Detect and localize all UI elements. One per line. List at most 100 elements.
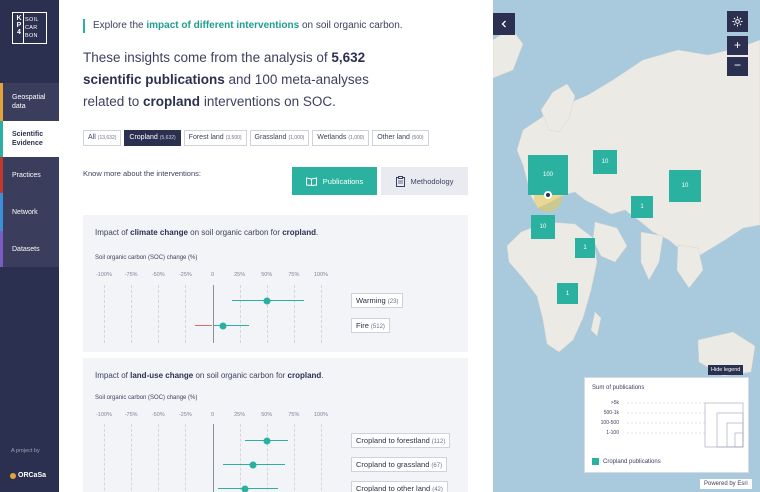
legend-size-scale [627,402,744,448]
axis-tick-label: -50% [151,272,165,278]
logo-divider [23,13,24,43]
intervention-factor-button[interactable]: Cropland to grassland (67) [351,457,448,472]
nav-accent [0,121,3,157]
map-cluster[interactable]: 1 [575,238,595,258]
mean-effect-point[interactable] [219,322,227,329]
axis-tick-label: 75% [288,272,300,278]
intro-pre: Explore the [93,20,147,31]
map-cluster[interactable]: 100 [528,155,568,195]
soc-axis-label: Soil organic carbon (SOC) change (%) [95,255,198,261]
sidebar: KP4 SOIL CAR BON Geospatial data Scienti… [0,0,59,492]
mean-effect-point[interactable] [263,437,271,444]
legend-title: Sum of publications [592,385,645,391]
factor-count: (23) [387,299,399,305]
tab-count: (3,500) [225,135,242,141]
grid-line [158,285,160,343]
zoom-in-button[interactable]: + [727,36,748,55]
collapse-map-button[interactable] [493,13,515,35]
sidebar-item-geospatial-data[interactable]: Geospatial data [0,83,59,121]
methodology-button[interactable]: Methodology [381,167,468,195]
axis-tick-label: -75% [124,412,138,418]
title-land: cropland [287,371,322,380]
grid-line [266,424,268,492]
tab-label: Cropland [129,134,158,141]
gear-icon [732,16,743,27]
zoom-out-button[interactable]: − [727,57,748,76]
intervention-factor-button[interactable]: Warming (23) [351,293,404,308]
map-cluster[interactable]: 1 [557,283,578,304]
axis-tick-label: -25% [178,412,192,418]
settings-button[interactable] [727,11,748,32]
headline-part: interventions on SOC. [200,94,336,109]
book-icon [305,176,317,186]
axis-tick-label: -100% [96,412,112,418]
legend-item-label: Cropland publications [603,458,661,465]
title-factor: climate change [130,228,188,237]
orcasa-logo[interactable]: ORCaSa [10,472,46,479]
map-legend: Sum of publications >5k 500-1k 100-500 1… [584,377,749,473]
tab-wetlands[interactable]: Wetlands (1,000) [312,130,370,146]
interventions-prompt: Know more about the interventions: [83,169,201,178]
tab-forest-land[interactable]: Forest land (3,500) [183,130,247,146]
map-view[interactable]: + − 100 10 10 1 10 1 1 Hide legend Sum o… [493,0,760,492]
title-part: on soil organic carbon for [187,228,283,237]
kp4-logo[interactable]: KP4 SOIL CAR BON [12,12,47,44]
axis-tick-label: 50% [261,272,273,278]
intervention-factor-button[interactable]: Cropland to other land (42) [351,481,448,492]
factor-label: Cropland to other land [356,484,431,492]
tab-all[interactable]: All (13,632) [83,130,122,146]
intervention-factor-button[interactable]: Fire (512) [351,318,390,333]
map-attribution: Powered by Esri [700,479,752,489]
publications-button[interactable]: Publications [292,167,377,195]
cluster-count: 10 [601,159,609,165]
map-cluster[interactable]: 10 [669,170,701,202]
axis-tick-label: -75% [124,272,138,278]
sidebar-item-scientific-evidence[interactable]: Scientific Evidence [0,121,59,157]
tab-label: All [88,134,96,141]
nav-accent [0,157,3,193]
title-part: Impact of [95,228,131,237]
axis-tick-label: -25% [178,272,192,278]
confidence-interval-negative [195,325,213,326]
axis-tick-label: 25% [234,272,246,278]
hide-legend-button[interactable]: Hide legend [708,365,744,375]
land-use-change-panel: Impact of land-use change on soil organi… [83,358,468,492]
climate-change-panel: Impact of climate change on soil organic… [83,215,468,352]
cluster-count: 1 [640,204,644,210]
grid-line [321,285,322,343]
sidebar-item-practices[interactable]: Practices [0,157,59,193]
panel-title: Impact of climate change on soil organic… [95,228,318,237]
tab-cropland[interactable]: Cropland (5,632) [124,130,181,146]
headline-part: These insights come from the analysis of [83,50,332,65]
grid-line [266,285,268,343]
intro-text: Explore the impact of different interven… [83,19,403,33]
grid-line [158,424,160,492]
map-cluster[interactable]: 10 [593,150,617,174]
tab-label: Wetlands [317,134,347,141]
sidebar-item-network[interactable]: Network [0,193,59,231]
sidebar-item-datasets[interactable]: Datasets [0,231,59,267]
intervention-factor-button[interactable]: Cropland to forestland (112) [351,433,451,448]
axis-tick-label: 25% [234,412,246,418]
mean-effect-point[interactable] [241,485,249,492]
cluster-count: 10 [539,224,547,230]
location-marker-icon[interactable] [544,191,552,199]
legend-size-label: >5k [610,400,619,406]
map-cluster[interactable]: 10 [531,215,555,239]
cluster-count: 1 [583,245,587,251]
axis-tick-label: 0 [210,272,215,278]
nav-accent [0,231,3,267]
tab-other-land[interactable]: Other land (500) [372,130,429,146]
panel-title: Impact of land-use change on soil organi… [95,371,324,380]
title-part: Impact of [95,371,131,380]
headline: These insights come from the analysis of… [83,47,393,113]
mean-effect-point[interactable] [249,461,257,468]
confidence-interval [212,325,250,326]
grid-line [185,285,187,343]
tab-grassland[interactable]: Grassland (1,000) [249,130,310,146]
map-cluster[interactable]: 1 [631,196,653,218]
factor-label: Cropland to forestland [356,436,430,445]
mean-effect-point[interactable] [263,297,271,304]
tab-count: (13,632) [97,135,117,141]
logo-words: SOIL CAR BON [25,17,39,39]
